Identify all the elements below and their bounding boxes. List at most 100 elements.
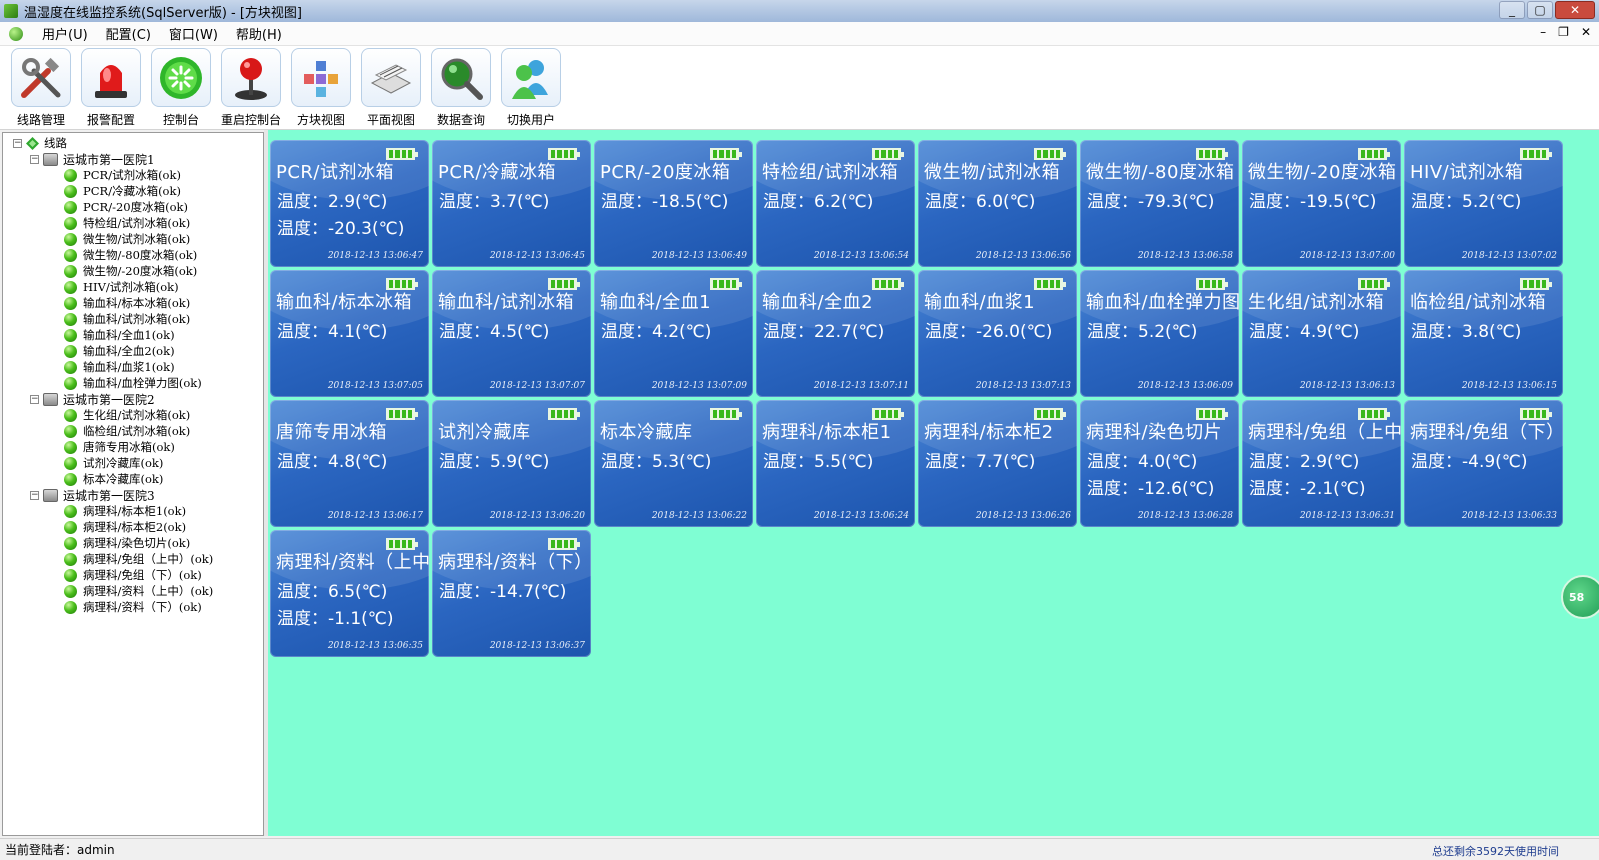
device-card[interactable]: 标本冷藏库 温度：5.3(℃) 2018-12-13 13:06:22 xyxy=(594,400,753,527)
tree-device-node[interactable]: 输血科/血栓弹力图(ok) xyxy=(3,375,263,391)
maximize-button[interactable]: ▢ xyxy=(1527,1,1553,19)
tree-device-node[interactable]: PCR/-20度冰箱(ok) xyxy=(3,199,263,215)
device-card[interactable]: 输血科/全血2 温度：22.7(℃) 2018-12-13 13:07:11 xyxy=(756,270,915,397)
battery-icon xyxy=(710,278,742,290)
menu-window[interactable]: 窗口(W) xyxy=(160,24,227,43)
tree-root-label: 线路 xyxy=(44,136,67,150)
tree-device-node[interactable]: 微生物/试剂冰箱(ok) xyxy=(3,231,263,247)
tree-device-node[interactable]: 输血科/试剂冰箱(ok) xyxy=(3,311,263,327)
tree-device-node[interactable]: 病理科/染色切片(ok) xyxy=(3,535,263,551)
mdi-close-button[interactable]: ✕ xyxy=(1581,25,1591,39)
menu-user[interactable]: 用户(U) xyxy=(33,24,97,43)
device-card[interactable]: 病理科/资料（下） 温度：-14.7(℃) 2018-12-13 13:06:37 xyxy=(432,530,591,657)
tool-switch-user[interactable]: 切换用户 xyxy=(496,46,566,128)
tree-device-node[interactable]: HIV/试剂冰箱(ok) xyxy=(3,279,263,295)
menu-config[interactable]: 配置(C) xyxy=(97,24,160,43)
status-ok-icon xyxy=(64,200,77,214)
device-card[interactable]: 病理科/资料（上中 温度：6.5(℃) 温度：-1.1(℃) 2018-12-13 1… xyxy=(270,530,429,657)
tree-device-node[interactable]: 试剂冷藏库(ok) xyxy=(3,455,263,471)
tool-alarm-config[interactable]: 报警配置 xyxy=(76,46,146,128)
expand-toggle[interactable]: − xyxy=(30,490,39,500)
expand-toggle[interactable]: − xyxy=(13,138,22,148)
tree-device-node[interactable]: 病理科/资料（上中）(ok) xyxy=(3,583,263,599)
tree-device-node[interactable]: PCR/冷藏冰箱(ok) xyxy=(3,183,263,199)
device-name: 特检组/试剂冰箱 xyxy=(762,162,899,183)
device-card[interactable]: 病理科/染色切片 温度：4.0(℃) 温度：-12.6(℃) 2018-12-13 1… xyxy=(1080,400,1239,527)
tool-block-view[interactable]: 方块视图 xyxy=(286,46,356,128)
floating-badge[interactable]: 58 xyxy=(1561,575,1599,619)
tree-device-node[interactable]: 唐筛专用冰箱(ok) xyxy=(3,439,263,455)
tool-data-query[interactable]: 数据查询 xyxy=(426,46,496,128)
timestamp: 2018-12-13 13:06:28 xyxy=(1137,511,1233,521)
device-name: 病理科/免组（上中 xyxy=(1248,422,1401,443)
tree-root[interactable]: − 线路 xyxy=(3,135,263,151)
timestamp: 2018-12-13 13:07:02 xyxy=(1461,251,1557,261)
tool-console[interactable]: 控制台 xyxy=(146,46,216,128)
tree-device-node[interactable]: 输血科/全血1(ok) xyxy=(3,327,263,343)
tree-device-node[interactable]: 病理科/免组（上中）(ok) xyxy=(3,551,263,567)
tree-device-node[interactable]: 病理科/标本柜1(ok) xyxy=(3,503,263,519)
tree-device-node[interactable]: 生化组/试剂冰箱(ok) xyxy=(3,407,263,423)
tree-device-node[interactable]: 病理科/免组（下）(ok) xyxy=(3,567,263,583)
tool-restart-console[interactable]: 重启控制台 xyxy=(216,46,286,128)
tree-device-node[interactable]: 微生物/-20度冰箱(ok) xyxy=(3,263,263,279)
tree-device-node[interactable]: 病理科/资料（下）(ok) xyxy=(3,599,263,615)
device-card[interactable]: 微生物/-20度冰箱 温度：-19.5(℃) 2018-12-13 13:07:00 xyxy=(1242,140,1401,267)
plan-view-icon xyxy=(361,48,421,107)
timestamp: 2018-12-13 13:07:09 xyxy=(651,381,747,391)
tool-label: 切换用户 xyxy=(506,113,555,127)
mdi-minimize-button[interactable]: – xyxy=(1540,25,1546,39)
device-card[interactable]: 输血科/血浆1 温度：-26.0(℃) 2018-12-13 13:07:13 xyxy=(918,270,1077,397)
device-name: PCR/冷藏冰箱 xyxy=(438,162,556,183)
device-card[interactable]: HIV/试剂冰箱 温度：5.2(℃) 2018-12-13 13:07:02 xyxy=(1404,140,1563,267)
device-card[interactable]: PCR/冷藏冰箱 温度：3.7(℃) 2018-12-13 13:06:45 xyxy=(432,140,591,267)
device-card[interactable]: 病理科/免组（下） 温度：-4.9(℃) 2018-12-13 13:06:33 xyxy=(1404,400,1563,527)
tool-line-management[interactable]: 线路管理 xyxy=(6,46,76,128)
device-name: 标本冷藏库 xyxy=(600,422,693,443)
tool-plan-view[interactable]: 平面视图 xyxy=(356,46,426,128)
device-card[interactable]: 输血科/标本冰箱 温度：4.1(℃) 2018-12-13 13:07:05 xyxy=(270,270,429,397)
tree-hospital-node[interactable]: − 运城市第一医院1 xyxy=(3,151,263,167)
close-button[interactable]: ✕ xyxy=(1555,1,1595,19)
timestamp: 2018-12-13 13:06:33 xyxy=(1461,511,1557,521)
tree-device-node[interactable]: 输血科/标本冰箱(ok) xyxy=(3,295,263,311)
menu-help[interactable]: 帮助(H) xyxy=(227,24,291,43)
tree-device-node[interactable]: 输血科/全血2(ok) xyxy=(3,343,263,359)
tree-device-node[interactable]: 临检组/试剂冰箱(ok) xyxy=(3,423,263,439)
timestamp: 2018-12-13 13:06:20 xyxy=(489,511,585,521)
device-card[interactable]: 唐筛专用冰箱 温度：4.8(℃) 2018-12-13 13:06:17 xyxy=(270,400,429,527)
status-ok-icon xyxy=(64,264,77,278)
device-card[interactable]: PCR/试剂冰箱 温度：2.9(℃) 温度：-20.3(℃) 2018-12-13 1… xyxy=(270,140,429,267)
temperature-reading: 温度：-26.0(℃) xyxy=(925,322,1053,342)
expand-toggle[interactable]: − xyxy=(30,394,39,404)
device-card[interactable]: 试剂冷藏库 温度：5.9(℃) 2018-12-13 13:06:20 xyxy=(432,400,591,527)
tree-device-node[interactable]: 微生物/-80度冰箱(ok) xyxy=(3,247,263,263)
mdi-restore-button[interactable]: ❐ xyxy=(1558,25,1569,39)
tree-hospital-node[interactable]: − 运城市第一医院3 xyxy=(3,487,263,503)
device-card[interactable]: 病理科/免组（上中 温度：2.9(℃) 温度：-2.1(℃) 2018-12-13 1… xyxy=(1242,400,1401,527)
status-ok-icon xyxy=(64,168,77,182)
device-label: 微生物/-20度冰箱(ok) xyxy=(83,264,198,278)
tree-device-node[interactable]: 病理科/标本柜2(ok) xyxy=(3,519,263,535)
device-card[interactable]: 临检组/试剂冰箱 温度：3.8(℃) 2018-12-13 13:06:15 xyxy=(1404,270,1563,397)
device-card[interactable]: 输血科/全血1 温度：4.2(℃) 2018-12-13 13:07:09 xyxy=(594,270,753,397)
block-view-icon xyxy=(291,48,351,107)
tree-device-node[interactable]: 输血科/血浆1(ok) xyxy=(3,359,263,375)
device-card[interactable]: 生化组/试剂冰箱 温度：4.9(℃) 2018-12-13 13:06:13 xyxy=(1242,270,1401,397)
tree-hospital-node[interactable]: − 运城市第一医院2 xyxy=(3,391,263,407)
device-card[interactable]: 特检组/试剂冰箱 温度：6.2(℃) 2018-12-13 13:06:54 xyxy=(756,140,915,267)
device-card[interactable]: 输血科/试剂冰箱 温度：4.5(℃) 2018-12-13 13:07:07 xyxy=(432,270,591,397)
tree-device-node[interactable]: 特检组/试剂冰箱(ok) xyxy=(3,215,263,231)
device-card[interactable]: 微生物/-80度冰箱 温度：-79.3(℃) 2018-12-13 13:06:58 xyxy=(1080,140,1239,267)
device-card[interactable]: 微生物/试剂冰箱 温度：6.0(℃) 2018-12-13 13:06:56 xyxy=(918,140,1077,267)
device-label: 标本冷藏库(ok) xyxy=(83,472,164,486)
device-card[interactable]: PCR/-20度冰箱 温度：-18.5(℃) 2018-12-13 13:06:49 xyxy=(594,140,753,267)
temperature-reading: 温度：5.2(℃) xyxy=(1411,192,1522,212)
tree-device-node[interactable]: 标本冷藏库(ok) xyxy=(3,471,263,487)
tree-device-node[interactable]: PCR/试剂冰箱(ok) xyxy=(3,167,263,183)
expand-toggle[interactable]: − xyxy=(30,154,39,164)
minimize-button[interactable]: _ xyxy=(1499,1,1525,19)
device-card[interactable]: 输血科/血栓弹力图 温度：5.2(℃) 2018-12-13 13:06:09 xyxy=(1080,270,1239,397)
device-card[interactable]: 病理科/标本柜2 温度：7.7(℃) 2018-12-13 13:06:26 xyxy=(918,400,1077,527)
device-card[interactable]: 病理科/标本柜1 温度：5.5(℃) 2018-12-13 13:06:24 xyxy=(756,400,915,527)
